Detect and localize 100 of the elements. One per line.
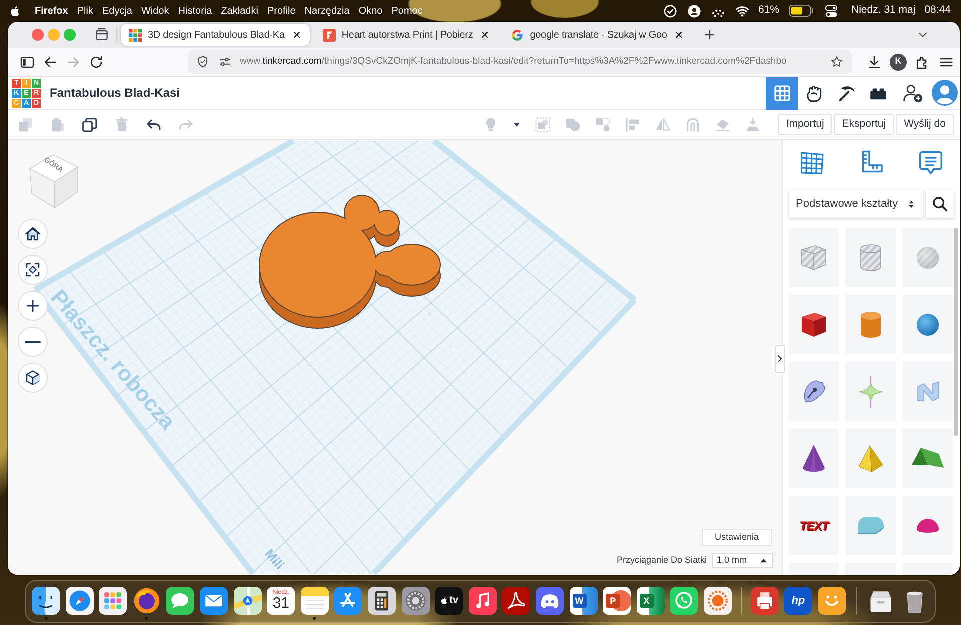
shape-tile[interactable]	[789, 295, 839, 354]
menu-item[interactable]: Historia	[178, 4, 212, 18]
app-menu-title[interactable]: Firefox	[35, 4, 68, 18]
app-letter: X	[640, 594, 654, 608]
gear-icon[interactable]	[402, 587, 430, 615]
collapse-panel-button[interactable]	[775, 345, 785, 373]
shape-tile[interactable]	[846, 295, 896, 354]
chat-bubble-icon[interactable]	[166, 587, 194, 615]
add-user-icon[interactable]	[902, 82, 924, 104]
menu-item[interactable]: Plik	[77, 4, 94, 18]
shape-tile[interactable]	[789, 228, 839, 287]
shape-category-select[interactable]: Podstawowe kształty	[789, 190, 923, 218]
home-view-button[interactable]	[18, 219, 48, 249]
fit-view-button[interactable]	[18, 255, 48, 285]
close-tab-icon[interactable]	[480, 30, 490, 40]
wifi-icon[interactable]	[734, 4, 750, 18]
two-tone-face-icon[interactable]	[32, 587, 60, 615]
menu-item[interactable]: Zakładki	[221, 4, 258, 18]
flame-globe-icon[interactable]	[132, 587, 161, 615]
tab-overview-icon[interactable]	[94, 27, 110, 43]
word-app-icon[interactable]: W	[570, 587, 598, 615]
zoom-out-button[interactable]	[18, 327, 48, 357]
game-controller-icon[interactable]	[536, 587, 564, 615]
shape-tile[interactable]	[903, 563, 953, 575]
envelope-icon[interactable]	[200, 587, 228, 615]
shape-tile[interactable]	[789, 362, 839, 421]
calculator-icon[interactable]	[368, 587, 396, 615]
tv-app-icon[interactable]: tv	[435, 587, 464, 615]
download-icon[interactable]	[866, 54, 883, 70]
export-button[interactable]: Eksportuj	[834, 114, 894, 135]
sphere-icon	[916, 312, 940, 336]
battery-icon[interactable]	[788, 5, 815, 17]
shape-tile[interactable]	[789, 563, 839, 575]
close-window-button[interactable]	[32, 29, 44, 41]
shape-tile[interactable]	[903, 429, 953, 488]
avatar-icon[interactable]	[932, 80, 958, 106]
app-store-icon[interactable]	[334, 587, 362, 615]
account-avatar[interactable]: K	[890, 54, 907, 70]
menu-item[interactable]: Okno	[358, 4, 383, 18]
phone-bubble-icon[interactable]	[670, 587, 698, 615]
scribble-icon	[802, 380, 826, 403]
app-grid-icon[interactable]	[99, 587, 128, 615]
shape-tile[interactable]	[903, 295, 953, 354]
menu-item[interactable]: Pomoc	[392, 4, 423, 18]
printer-icon[interactable]	[750, 587, 779, 615]
music-note-icon[interactable]	[468, 587, 497, 615]
import-button[interactable]: Importuj	[778, 114, 832, 135]
close-tab-icon[interactable]	[292, 30, 302, 40]
permissions-icon[interactable]	[218, 55, 232, 69]
browser-tab[interactable]: Heart autorstwa Print | Pobierz	[314, 24, 498, 46]
address-field[interactable]: www.tinkercad.com/things/3QSvCkZOmjK-fantabulous-blad-kasi/edit?returnTo=https%3A%2F%2Fwww.tinkercad.com%2Fdashbo	[188, 50, 852, 74]
user-circle-icon[interactable]	[686, 4, 702, 18]
menu-bar-time[interactable]: 08:44	[924, 3, 951, 19]
shield-icon[interactable]	[196, 55, 210, 69]
shape-tile[interactable]	[846, 228, 896, 287]
menu-item[interactable]: Profile	[267, 4, 296, 18]
snap-grid-select[interactable]: 1,0 mm	[712, 553, 773, 568]
browser-tab[interactable]: 3D design Fantabulous Blad-Ka	[121, 24, 310, 46]
menu-item[interactable]: Narzędzia	[304, 4, 350, 18]
spreadsheet-app-icon[interactable]: X	[636, 587, 665, 615]
close-tab-icon[interactable]	[674, 30, 684, 40]
send-to-button[interactable]: Wyślij do	[896, 114, 954, 135]
extruded-shape[interactable]	[259, 195, 441, 329]
g-logo-icon	[511, 28, 524, 42]
search-button[interactable]	[926, 190, 954, 218]
reload-icon[interactable]	[88, 54, 105, 70]
control-center-icon[interactable]	[824, 4, 839, 18]
scrollbar-thumb[interactable]	[954, 228, 958, 436]
new-tab-icon[interactable]	[703, 28, 718, 42]
pdf-swirl-icon[interactable]	[502, 587, 530, 615]
shape-tile[interactable]	[789, 429, 839, 488]
map-icon[interactable]	[234, 587, 262, 615]
shape-tile[interactable]	[846, 496, 896, 555]
shape-tile[interactable]	[903, 228, 953, 287]
settings-button[interactable]: Ustawienia	[702, 529, 772, 546]
apple-logo-icon[interactable]	[9, 4, 22, 18]
browser-tab[interactable]: google translate - Szukaj w Goo	[503, 24, 692, 46]
caret-up-icon	[760, 556, 768, 564]
hp-app-icon[interactable]: hp	[784, 587, 812, 615]
bookmark-star-icon[interactable]	[830, 55, 844, 69]
sun-icon[interactable]	[704, 587, 732, 615]
shape-tile[interactable]	[903, 362, 953, 421]
notepad-icon[interactable]	[300, 587, 329, 615]
check-circle-icon[interactable]	[662, 4, 678, 18]
smiley-icon[interactable]	[818, 587, 846, 615]
shape-tile[interactable]: TEXT	[789, 496, 839, 555]
zoom-in-button[interactable]	[18, 291, 48, 321]
perspective-button[interactable]	[18, 363, 48, 393]
duplicate-icon[interactable]	[81, 116, 99, 134]
shape-tile[interactable]	[903, 496, 953, 555]
compass-icon[interactable]	[66, 587, 94, 615]
menu-bar-date[interactable]: Niedz. 31 maj	[852, 3, 916, 19]
shape-tile[interactable]	[846, 429, 896, 488]
shape-tile[interactable]	[846, 362, 896, 421]
striped-box-icon	[801, 244, 827, 270]
shape-tile[interactable]	[846, 563, 896, 575]
slides-app-icon[interactable]: P	[603, 587, 632, 615]
app-letter: W	[572, 594, 586, 608]
menu-item[interactable]: Widok	[141, 4, 170, 18]
menu-item[interactable]: Edycja	[102, 4, 132, 18]
